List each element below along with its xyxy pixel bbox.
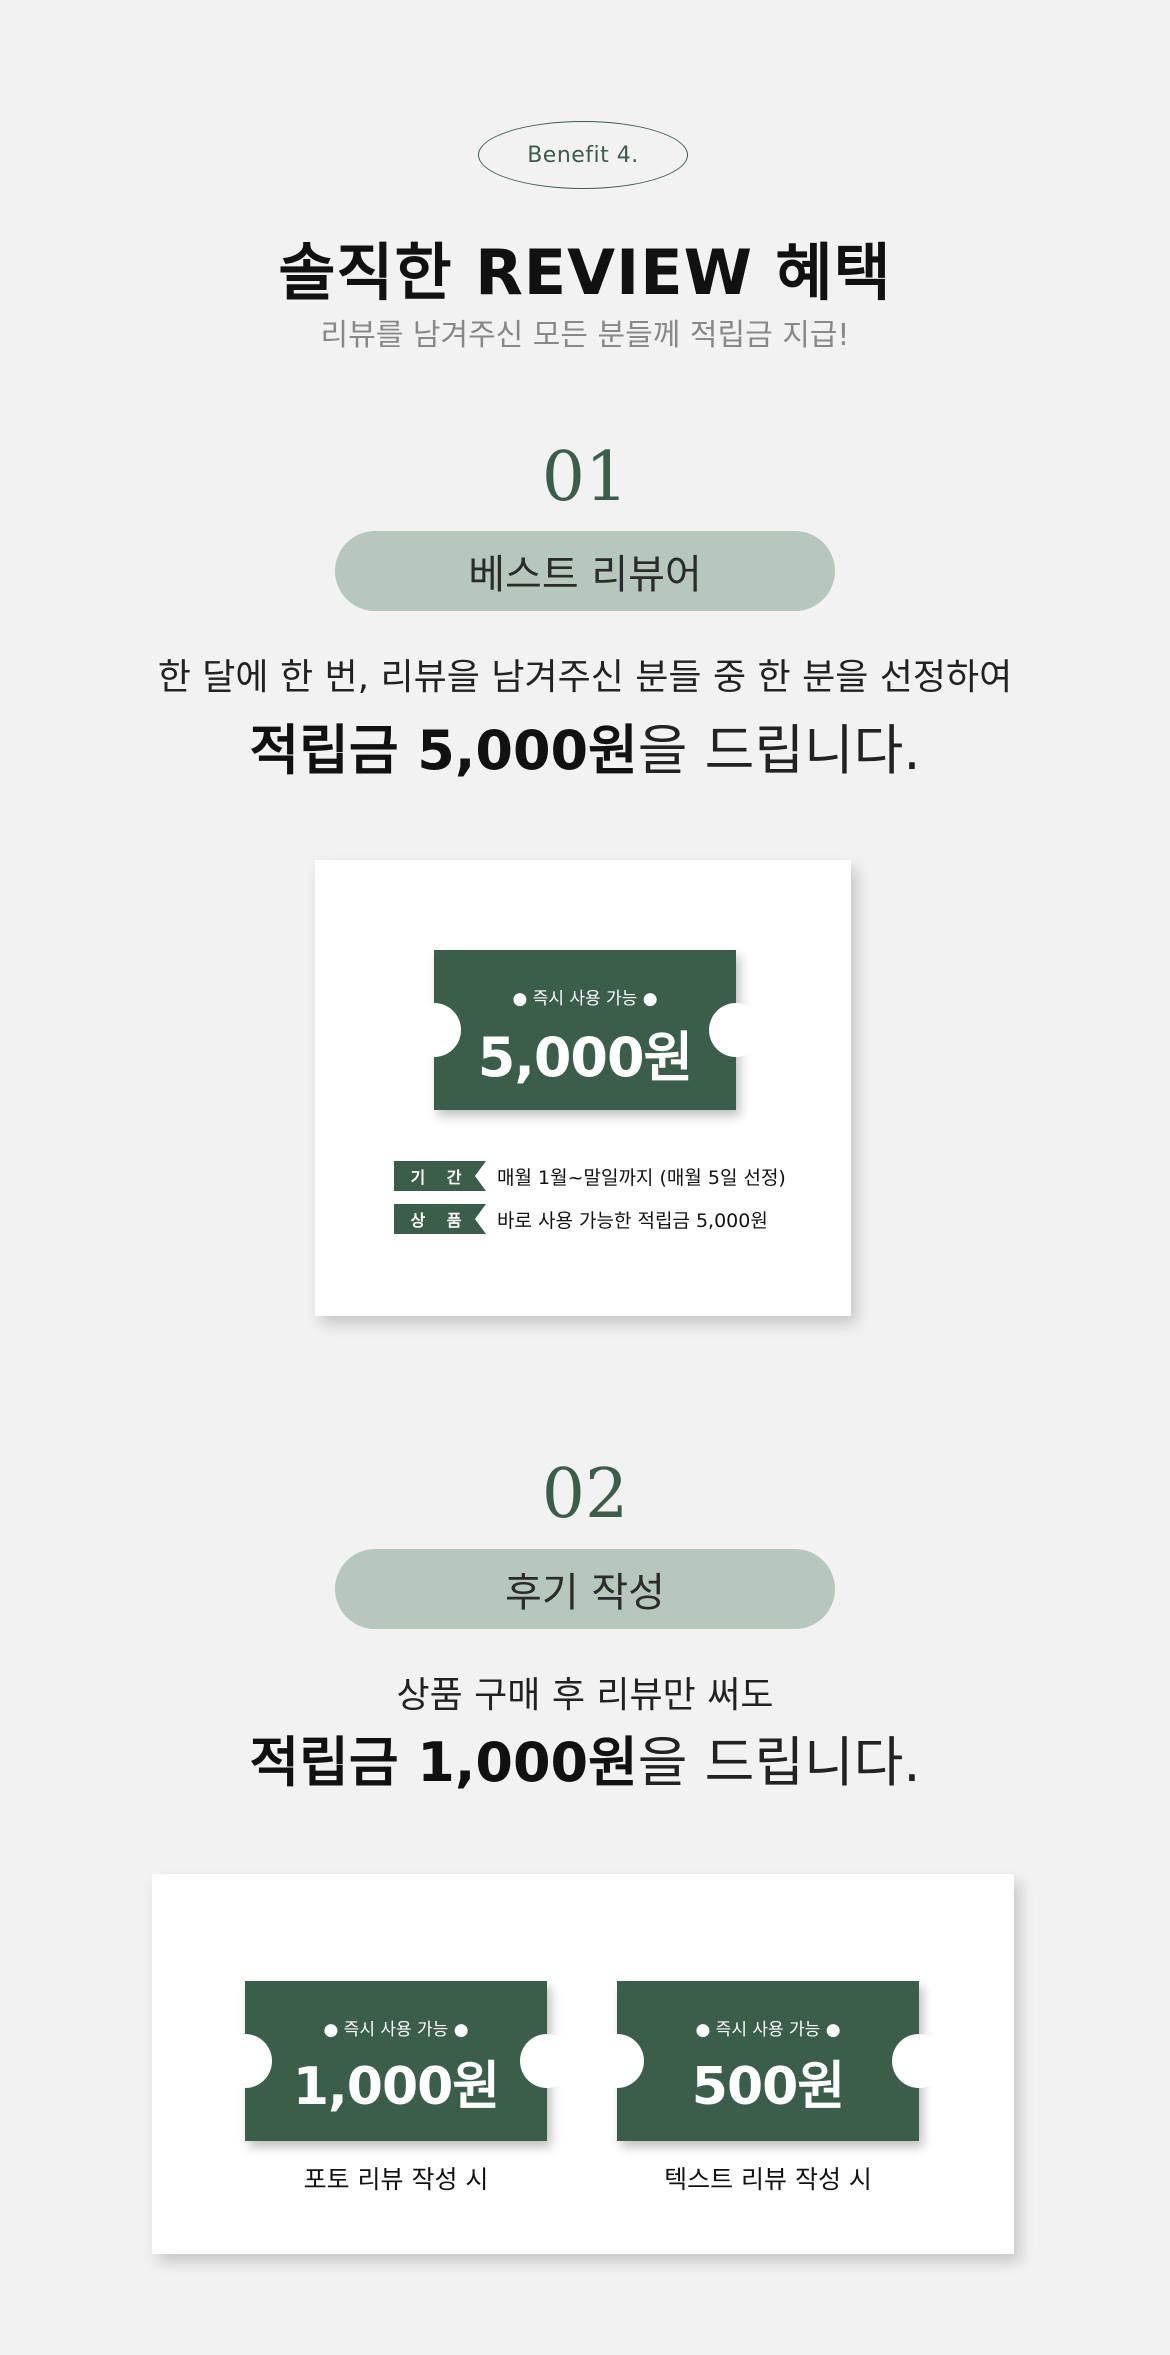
page-title: 솔직한 REVIEW 혜택 [278,236,892,309]
detail-tag-period: 기 간 [394,1161,486,1191]
detail-text-product: 바로 사용 가능한 적립금 5,000원 [497,1210,768,1232]
coupon-amount: 5,000원 [477,1026,694,1089]
coupon-ticket-5000: ● 즉시 사용 가능 ● 5,000원 [407,950,763,1110]
coupon-amount: 1,000원 [292,2057,500,2117]
section2-reward-amount: 적립금 1,000원 [249,1731,638,1794]
page-subtitle: 리뷰를 남겨주신 모든 분들께 적립금 지급! [320,318,850,353]
coupon-status-label: ● 즉시 사용 가능 ● [512,989,658,1009]
coupon-caption-text-review: 텍스트 리뷰 작성 시 [664,2165,872,2194]
section-pill-best-reviewer: 베스트 리뷰어 [335,531,835,611]
section-number-1: 01 [541,438,629,517]
section2-description: 상품 구매 후 리뷰만 써도 [396,1675,774,1716]
section1-reward-suffix: 을 드립니다. [637,719,921,782]
coupon-status-label: ● 즉시 사용 가능 ● [323,2020,469,2040]
section1-reward-line: 적립금 5,000원을 드립니다. [0,706,1170,785]
detail-text-period: 매월 1월~말일까지 (매월 5일 선정) [497,1167,786,1189]
section2-reward-line: 적립금 1,000원을 드립니다. [0,1718,1170,1797]
coupon-amount: 500원 [691,2057,845,2117]
section-number-2: 02 [541,1455,629,1534]
coupon-ticket-1000: ● 즉시 사용 가능 ● 1,000원 [218,1981,574,2141]
detail-tag-product: 상 품 [394,1204,486,1234]
section1-reward-amount: 적립금 5,000원 [249,719,638,782]
coupon-caption-photo-review: 포토 리뷰 작성 시 [303,2165,489,2194]
section1-description: 한 달에 한 번, 리뷰을 남겨주신 분들 중 한 분을 선정하여 [157,657,1013,698]
section-pill-review-writing: 후기 작성 [335,1549,835,1629]
benefit-badge: Benefit 4. [478,121,688,189]
coupon-status-label: ● 즉시 사용 가능 ● [695,2020,841,2040]
coupon-ticket-500: ● 즉시 사용 가능 ● 500원 [590,1981,946,2141]
section2-reward-suffix: 을 드립니다. [637,1731,921,1794]
